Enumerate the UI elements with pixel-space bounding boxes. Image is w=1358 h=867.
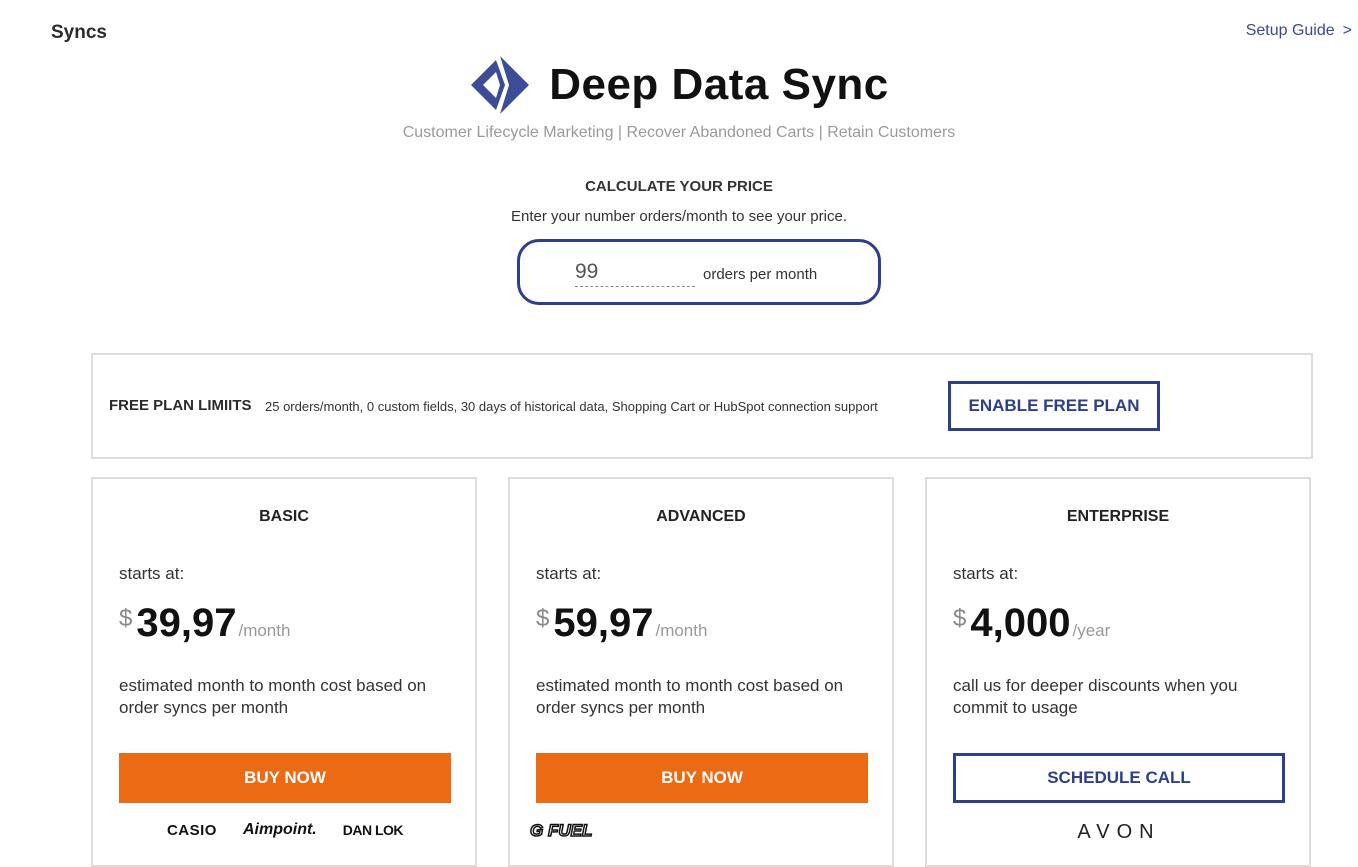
price-period: /month xyxy=(238,621,291,640)
free-plan-title: FREE PLAN LIMIITS xyxy=(109,397,252,414)
calculator-heading: CALCULATE YOUR PRICE xyxy=(585,178,773,195)
starts-at-label: starts at: xyxy=(953,564,1019,583)
starts-at-label: starts at: xyxy=(536,564,602,583)
page-title: Syncs xyxy=(51,22,107,43)
currency-symbol: $ xyxy=(536,605,550,632)
plan-name: ADVANCED xyxy=(656,508,746,525)
plan-name: BASIC xyxy=(259,508,309,525)
currency-symbol: $ xyxy=(119,605,133,632)
gfuel-logo: G FUEL xyxy=(529,820,593,841)
plan-price: $59,97/month xyxy=(536,601,707,646)
price-amount: 39,97 xyxy=(136,601,237,645)
free-plan-panel: FREE PLAN LIMIITS 25 orders/month, 0 cus… xyxy=(91,353,1313,459)
casio-logo: CASIO xyxy=(166,821,217,839)
plan-price: $4,000/year xyxy=(953,601,1110,646)
setup-guide-link[interactable]: Setup Guide > xyxy=(1246,22,1352,40)
customer-logos: G FUEL xyxy=(529,820,862,841)
plan-card-advanced: ADVANCED starts at: $59,97/month estimat… xyxy=(508,477,894,867)
plan-name: ENTERPRISE xyxy=(1066,508,1170,525)
plan-card-basic: BASIC starts at: $39,97/month estimated … xyxy=(91,477,477,867)
aimpoint-logo: Aimpoint. xyxy=(242,821,317,838)
diamond-logo-icon xyxy=(471,56,530,114)
plan-card-enterprise: ENTERPRISE starts at: $4,000/year call u… xyxy=(925,477,1311,867)
currency-symbol: $ xyxy=(953,605,967,632)
brand-tagline: Customer Lifecycle Marketing | Recover A… xyxy=(402,124,956,141)
setup-guide-label: Setup Guide xyxy=(1245,22,1335,39)
enable-free-plan-button[interactable]: ENABLE FREE PLAN xyxy=(948,381,1160,431)
schedule-call-button[interactable]: SCHEDULE CALL xyxy=(953,753,1285,803)
free-plan-description: 25 orders/month, 0 custom fields, 30 day… xyxy=(265,399,878,414)
brand-header: Deep Data Sync xyxy=(0,54,1358,116)
plan-description: estimated month to month cost based on o… xyxy=(536,676,844,717)
avon-logo: AVON xyxy=(1077,821,1161,843)
dan-lok-logo: DAN LOK xyxy=(342,822,404,838)
orders-label: orders per month xyxy=(703,266,818,283)
price-period: /month xyxy=(655,621,708,640)
buy-now-button-basic[interactable]: BUY NOW xyxy=(119,753,451,803)
chevron-right-icon: > xyxy=(1342,22,1352,39)
customer-logos: AVON xyxy=(953,821,1285,844)
orders-calculator-box: orders per month xyxy=(517,239,881,305)
buy-now-button-advanced[interactable]: BUY NOW xyxy=(536,753,868,803)
orders-input[interactable] xyxy=(575,258,695,287)
customer-logos: CASIO Aimpoint. DAN LOK xyxy=(119,821,451,839)
price-amount: 4,000 xyxy=(970,601,1071,645)
price-period: /year xyxy=(1072,621,1111,640)
plan-price: $39,97/month xyxy=(119,601,290,646)
calculator-subheading: Enter your number orders/month to see yo… xyxy=(511,208,847,225)
plan-description: call us for deeper discounts when you co… xyxy=(953,676,1238,717)
starts-at-label: starts at: xyxy=(119,564,185,583)
brand-name: Deep Data Sync xyxy=(549,60,889,109)
price-amount: 59,97 xyxy=(553,601,654,645)
plan-description: estimated month to month cost based on o… xyxy=(119,676,427,717)
